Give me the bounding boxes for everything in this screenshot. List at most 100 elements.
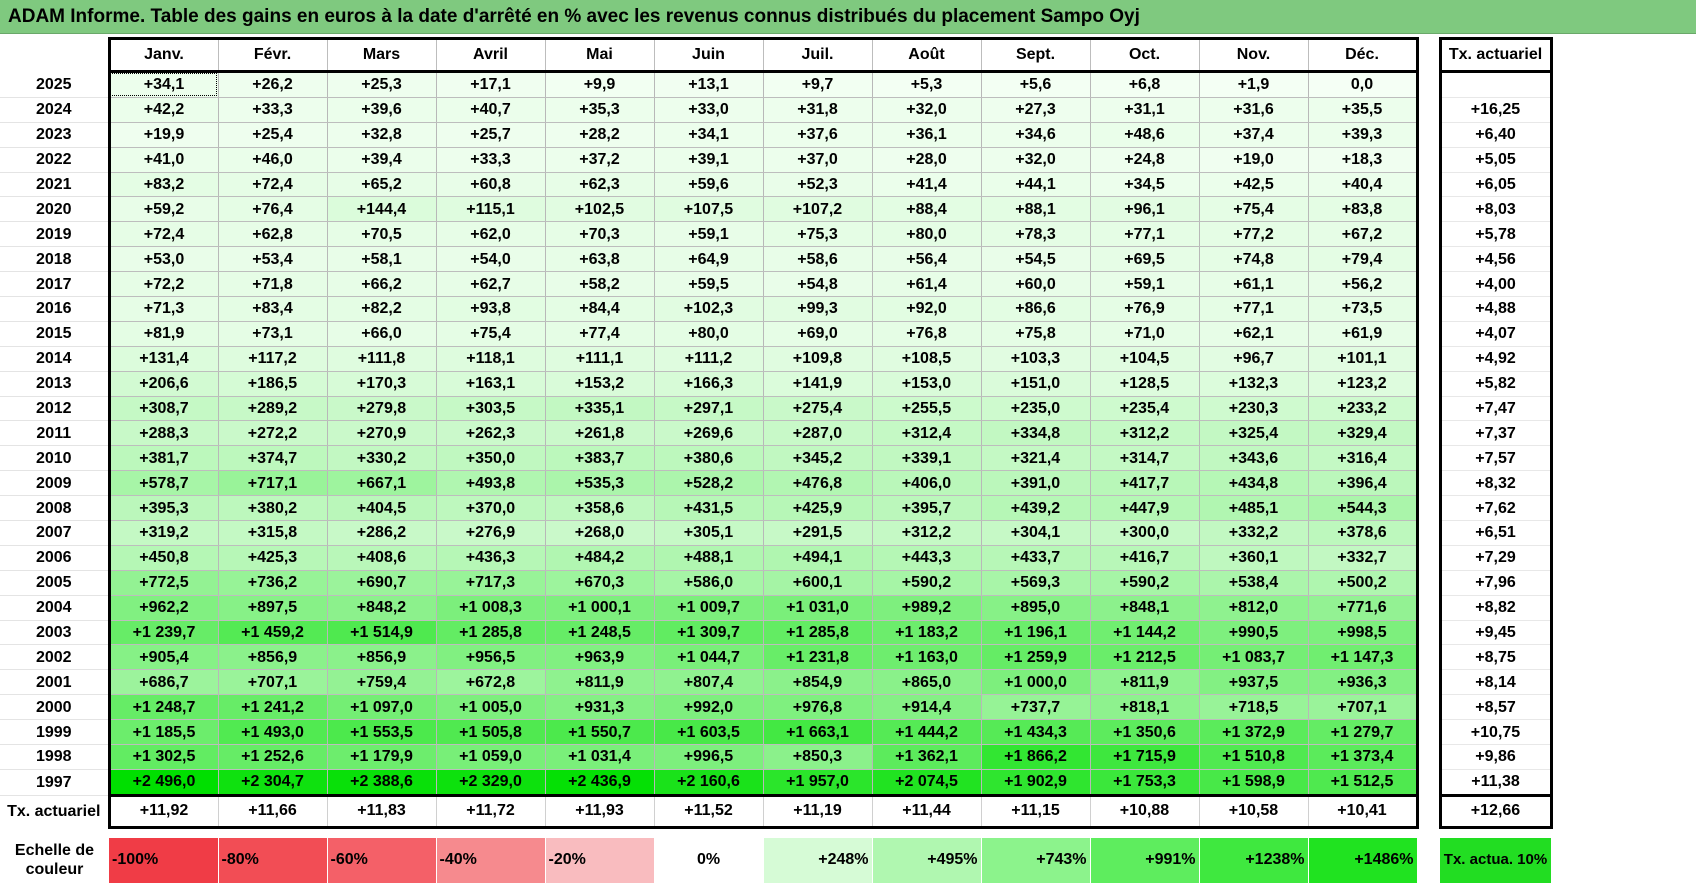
gain-cell[interactable]: +123,2 xyxy=(1308,371,1419,397)
gain-cell[interactable]: +1 196,1 xyxy=(981,620,1091,646)
gain-cell[interactable]: +84,4 xyxy=(545,296,655,322)
gain-cell[interactable]: +319,2 xyxy=(107,520,219,546)
gain-cell[interactable]: +436,3 xyxy=(436,545,546,571)
gain-cell[interactable]: +439,2 xyxy=(981,495,1091,522)
gain-cell[interactable]: +288,3 xyxy=(107,420,219,447)
gain-cell[interactable]: +33,3 xyxy=(436,147,546,173)
gain-cell[interactable]: +82,2 xyxy=(327,296,437,322)
gain-cell[interactable]: +931,3 xyxy=(545,694,655,721)
gain-cell[interactable]: +990,5 xyxy=(1199,620,1309,646)
gain-cell[interactable]: +493,8 xyxy=(436,470,546,497)
gain-cell[interactable]: +586,0 xyxy=(654,570,764,596)
gain-cell[interactable]: +60,8 xyxy=(436,172,546,198)
gain-cell[interactable]: +6,8 xyxy=(1090,71,1200,98)
gain-cell[interactable]: +312,4 xyxy=(872,420,982,447)
gain-cell[interactable]: +1 044,7 xyxy=(654,644,764,671)
gain-cell[interactable]: +914,4 xyxy=(872,694,982,721)
gain-cell[interactable]: +24,8 xyxy=(1090,147,1200,173)
gain-cell[interactable]: +53,4 xyxy=(218,246,328,273)
gain-cell[interactable]: +53,0 xyxy=(107,246,219,273)
gain-cell[interactable]: +46,0 xyxy=(218,147,328,173)
gain-cell[interactable]: +69,5 xyxy=(1090,246,1200,273)
gain-cell[interactable]: +956,5 xyxy=(436,644,546,671)
gain-cell[interactable]: +416,7 xyxy=(1090,545,1200,571)
gain-cell[interactable]: +484,2 xyxy=(545,545,655,571)
gain-cell[interactable]: +332,7 xyxy=(1308,545,1419,571)
gain-cell[interactable]: +431,5 xyxy=(654,495,764,522)
gain-cell[interactable]: +391,0 xyxy=(981,470,1091,497)
gain-cell[interactable]: +34,5 xyxy=(1090,172,1200,198)
gain-cell[interactable]: +151,0 xyxy=(981,371,1091,397)
gain-cell[interactable]: +425,3 xyxy=(218,545,328,571)
gain-cell[interactable]: +75,3 xyxy=(763,221,873,248)
gain-cell[interactable]: +807,4 xyxy=(654,669,764,696)
gain-cell[interactable]: +321,4 xyxy=(981,445,1091,472)
gain-cell[interactable]: +667,1 xyxy=(327,470,437,497)
gain-cell[interactable]: +1 009,7 xyxy=(654,595,764,621)
gain-cell[interactable]: +39,6 xyxy=(327,97,437,123)
gain-cell[interactable]: +962,2 xyxy=(107,595,219,621)
gain-cell[interactable]: +41,4 xyxy=(872,172,982,198)
gain-cell[interactable]: +170,3 xyxy=(327,371,437,397)
gain-cell[interactable]: +383,7 xyxy=(545,445,655,472)
gain-cell[interactable]: +59,6 xyxy=(654,172,764,198)
gain-cell[interactable]: +103,3 xyxy=(981,346,1091,372)
gain-cell[interactable]: +600,1 xyxy=(763,570,873,596)
gain-cell[interactable]: +37,0 xyxy=(763,147,873,173)
gain-cell[interactable]: +989,2 xyxy=(872,595,982,621)
gain-cell[interactable]: +32,0 xyxy=(981,147,1091,173)
gain-cell[interactable]: +1 372,9 xyxy=(1199,719,1309,746)
gain-cell[interactable]: +417,7 xyxy=(1090,470,1200,497)
gain-cell[interactable]: +1 362,1 xyxy=(872,744,982,770)
gain-cell[interactable]: +1 259,9 xyxy=(981,644,1091,671)
gain-cell[interactable]: +59,5 xyxy=(654,271,764,298)
gain-cell[interactable]: +37,2 xyxy=(545,147,655,173)
gain-cell[interactable]: +186,5 xyxy=(218,371,328,397)
gain-cell[interactable]: +5,3 xyxy=(872,71,982,98)
gain-cell[interactable]: +286,2 xyxy=(327,520,437,546)
gain-cell[interactable]: +2 304,7 xyxy=(218,769,328,797)
gain-cell[interactable]: +358,6 xyxy=(545,495,655,522)
gain-cell[interactable]: +812,0 xyxy=(1199,595,1309,621)
gain-cell[interactable]: +279,8 xyxy=(327,396,437,422)
gain-cell[interactable]: +36,1 xyxy=(872,122,982,148)
gain-cell[interactable]: +538,4 xyxy=(1199,570,1309,596)
gain-cell[interactable]: +535,3 xyxy=(545,470,655,497)
gain-cell[interactable]: +54,5 xyxy=(981,246,1091,273)
gain-cell[interactable]: +77,4 xyxy=(545,321,655,347)
gain-cell[interactable]: +339,1 xyxy=(872,445,982,472)
gain-cell[interactable]: +74,8 xyxy=(1199,246,1309,273)
gain-cell[interactable]: +62,7 xyxy=(436,271,546,298)
gain-cell[interactable]: +63,8 xyxy=(545,246,655,273)
gain-cell[interactable]: +132,3 xyxy=(1199,371,1309,397)
gain-cell[interactable]: +109,8 xyxy=(763,346,873,372)
gain-cell[interactable]: +62,8 xyxy=(218,221,328,248)
gain-cell[interactable]: +2 074,5 xyxy=(872,769,982,797)
gain-cell[interactable]: +1 231,8 xyxy=(763,644,873,671)
gain-cell[interactable]: +305,1 xyxy=(654,520,764,546)
gain-cell[interactable]: +153,2 xyxy=(545,371,655,397)
gain-cell[interactable]: +897,5 xyxy=(218,595,328,621)
gain-cell[interactable]: +111,1 xyxy=(545,346,655,372)
gain-cell[interactable]: +381,7 xyxy=(107,445,219,472)
gain-cell[interactable]: +494,1 xyxy=(763,545,873,571)
gain-cell[interactable]: +578,7 xyxy=(107,470,219,497)
gain-cell[interactable]: +65,2 xyxy=(327,172,437,198)
gain-cell[interactable]: +395,3 xyxy=(107,495,219,522)
gain-cell[interactable]: +380,6 xyxy=(654,445,764,472)
gain-cell[interactable]: +330,2 xyxy=(327,445,437,472)
gain-cell[interactable]: +39,3 xyxy=(1308,122,1419,148)
gain-cell[interactable]: +1 285,8 xyxy=(763,620,873,646)
gain-cell[interactable]: +670,3 xyxy=(545,570,655,596)
gain-cell[interactable]: +118,1 xyxy=(436,346,546,372)
gain-cell[interactable]: +1 252,6 xyxy=(218,744,328,770)
gain-cell[interactable]: +35,5 xyxy=(1308,97,1419,123)
gain-cell[interactable]: +32,8 xyxy=(327,122,437,148)
gain-cell[interactable]: +75,8 xyxy=(981,321,1091,347)
gain-cell[interactable]: +32,0 xyxy=(872,97,982,123)
gain-cell[interactable]: +40,7 xyxy=(436,97,546,123)
gain-cell[interactable]: +433,7 xyxy=(981,545,1091,571)
gain-cell[interactable]: +1 241,2 xyxy=(218,694,328,721)
gain-cell[interactable]: +360,1 xyxy=(1199,545,1309,571)
gain-cell[interactable]: +88,4 xyxy=(872,196,982,223)
